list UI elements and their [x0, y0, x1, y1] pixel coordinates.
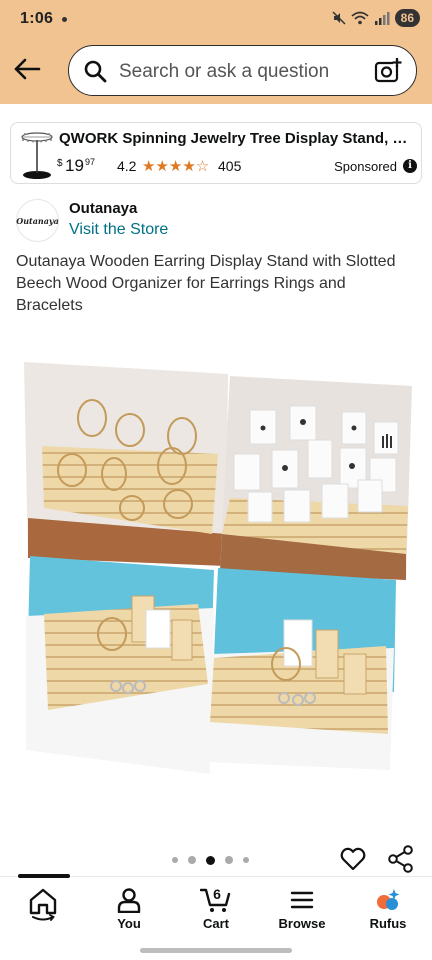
status-bar: 1:06 86	[0, 0, 432, 38]
carousel-dot[interactable]	[225, 856, 233, 864]
star-rating: ★★★★☆	[142, 158, 210, 175]
rating-value: 4.2	[117, 158, 137, 174]
nav-item-browse[interactable]: Browse	[267, 887, 337, 931]
sponsored-price-row: $ 19 97 4.2 ★★★★☆ 405 Sponsored i	[57, 156, 417, 176]
cart-badge: 6	[213, 887, 221, 902]
image-panel-top-left	[24, 362, 228, 566]
status-icons: 86	[332, 8, 420, 28]
brand-logo-text: Outanaya	[16, 215, 59, 226]
carousel-dot-active[interactable]	[206, 855, 215, 865]
product-image[interactable]	[22, 358, 414, 774]
rating-count: 405	[218, 158, 242, 174]
price-fraction: 97	[85, 157, 96, 167]
jewelry-tree-thumbnail	[21, 132, 53, 179]
signal-icon	[374, 12, 390, 25]
home-icon	[29, 888, 57, 921]
share-icon[interactable]	[388, 845, 414, 873]
notification-dot-icon	[62, 17, 67, 22]
heart-icon[interactable]	[340, 846, 366, 872]
wifi-icon	[351, 11, 369, 25]
nav-item-cart[interactable]: 6 Cart	[181, 887, 251, 931]
search-bar[interactable]: Search or ask a question	[68, 45, 417, 96]
carousel-dot[interactable]	[188, 856, 196, 864]
carousel-dot[interactable]	[243, 857, 249, 863]
back-arrow-icon[interactable]	[12, 56, 42, 82]
brand-logo[interactable]: Outanaya	[16, 199, 59, 242]
price-currency: $	[57, 158, 63, 169]
menu-icon	[290, 891, 314, 909]
app-header: 1:06 86 Search or ask a question	[0, 0, 432, 104]
image-panel-bottom-left	[26, 556, 214, 774]
sponsored-label: Sponsored	[334, 159, 397, 174]
nav-label-browse: Browse	[278, 916, 326, 931]
battery-indicator: 86	[394, 9, 420, 27]
nav-label-rufus: Rufus	[369, 916, 407, 931]
system-home-bar[interactable]	[140, 948, 292, 953]
carousel-dots	[172, 855, 249, 865]
rufus-icon	[377, 889, 400, 910]
search-input[interactable]: Search or ask a question	[119, 61, 329, 83]
image-panel-top-right	[220, 376, 412, 580]
visit-store-link[interactable]: Visit the Store	[69, 221, 168, 239]
search-icon	[84, 60, 107, 83]
nav-label-cart: Cart	[202, 916, 229, 931]
nav-label-you: You	[117, 916, 141, 931]
image-panel-bottom-right	[208, 568, 396, 770]
user-icon	[117, 888, 141, 913]
active-tab-indicator	[18, 874, 70, 878]
mute-icon	[332, 11, 346, 25]
camera-search-icon[interactable]	[374, 58, 402, 84]
price-whole: 19	[65, 156, 84, 175]
sponsored-product-card[interactable]: QWORK Spinning Jewelry Tree Display Stan…	[10, 122, 422, 184]
nav-item-you[interactable]: You	[94, 887, 164, 931]
product-title: Outanaya Wooden Earring Display Stand wi…	[16, 253, 396, 314]
brand-name: Outanaya	[69, 200, 138, 217]
carousel-dot[interactable]	[172, 857, 178, 863]
status-time: 1:06	[20, 10, 54, 27]
info-icon[interactable]: i	[403, 159, 417, 173]
sponsored-product-title[interactable]: QWORK Spinning Jewelry Tree Display Stan…	[59, 130, 411, 147]
nav-item-home[interactable]	[8, 887, 78, 924]
nav-item-rufus[interactable]: Rufus	[353, 887, 423, 931]
cart-icon: 6	[200, 887, 231, 912]
